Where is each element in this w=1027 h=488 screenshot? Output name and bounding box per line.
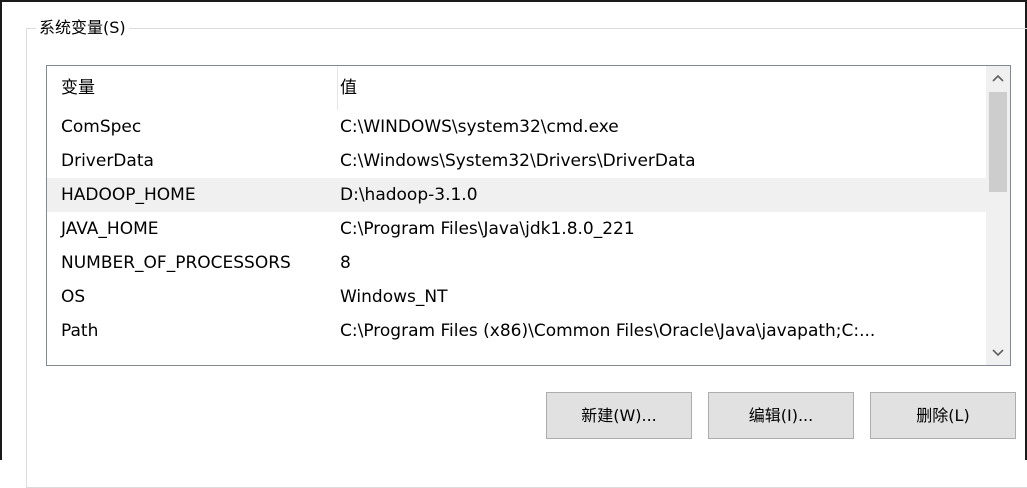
variable-value: C:\WINDOWS\system32\cmd.exe <box>340 117 619 137</box>
variable-value: Windows_NT <box>340 287 448 307</box>
variable-value: C:\Program Files\Java\jdk1.8.0_221 <box>340 219 635 239</box>
system-variables-title: 系统变量(S) <box>36 18 129 38</box>
variable-value: 8 <box>340 253 351 273</box>
variable-name: DriverData <box>61 151 154 171</box>
chevron-up-icon[interactable] <box>986 66 1010 90</box>
variable-name: ComSpec <box>61 117 142 137</box>
column-header-value[interactable]: 值 <box>340 66 980 110</box>
table-row[interactable]: Path C:\Program Files (x86)\Common Files… <box>47 314 987 348</box>
variable-name: NUMBER_OF_PROCESSORS <box>61 253 291 273</box>
list-header: 变量 值 <box>47 66 987 110</box>
table-row[interactable]: OS Windows_NT <box>47 280 987 314</box>
variable-name: HADOOP_HOME <box>61 185 196 205</box>
chevron-down-icon[interactable] <box>986 341 1010 365</box>
table-row[interactable]: DriverData C:\Windows\System32\Drivers\D… <box>47 144 987 178</box>
variable-value: D:\hadoop-3.1.0 <box>340 185 478 205</box>
column-divider[interactable] <box>337 66 338 110</box>
variable-value: C:\Program Files (x86)\Common Files\Orac… <box>340 321 876 341</box>
variable-value: C:\Windows\System32\Drivers\DriverData <box>340 151 696 171</box>
table-row[interactable]: ComSpec C:\WINDOWS\system32\cmd.exe <box>47 110 987 144</box>
table-row[interactable]: HADOOP_HOME D:\hadoop-3.1.0 <box>47 178 987 212</box>
column-header-variable[interactable]: 变量 <box>61 66 331 110</box>
table-row[interactable]: NUMBER_OF_PROCESSORS 8 <box>47 246 987 280</box>
vertical-scrollbar[interactable] <box>986 66 1010 365</box>
variable-name: JAVA_HOME <box>61 219 159 239</box>
variable-name: OS <box>61 287 86 307</box>
variable-name: Path <box>61 321 99 341</box>
table-row[interactable]: JAVA_HOME C:\Program Files\Java\jdk1.8.0… <box>47 212 987 246</box>
system-variables-list[interactable]: 变量 值 ComSpec C:\WINDOWS\system32\cmd.exe… <box>46 65 1011 366</box>
new-button[interactable]: 新建(W)... <box>546 392 692 439</box>
edit-button[interactable]: 编辑(I)... <box>708 392 854 439</box>
delete-button[interactable]: 删除(L) <box>870 392 1016 439</box>
scrollbar-thumb[interactable] <box>989 92 1007 192</box>
